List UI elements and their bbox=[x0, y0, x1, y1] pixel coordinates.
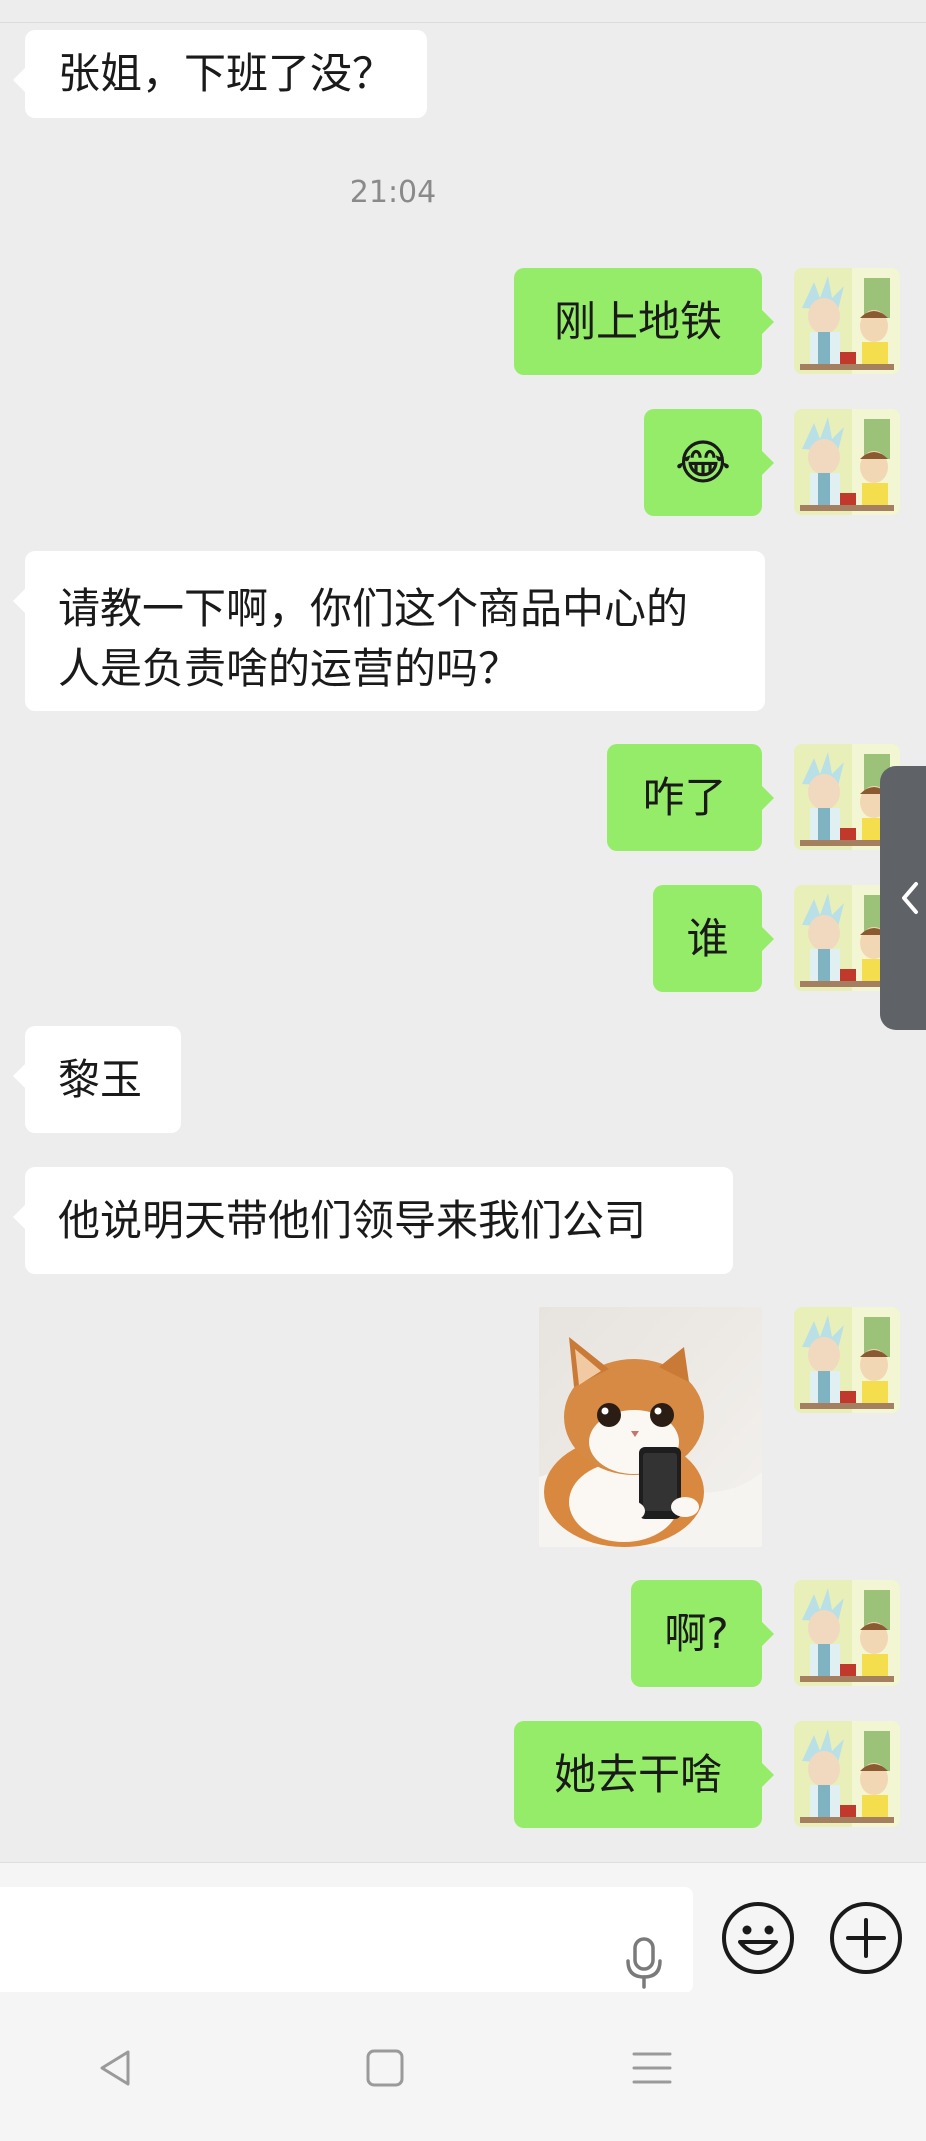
message-text-line: 人是负责啥的运营的吗？ bbox=[58, 644, 521, 693]
back-triangle-icon[interactable] bbox=[94, 2046, 138, 2090]
avatar[interactable] bbox=[794, 268, 900, 374]
message-text: 张姐，下班了没？ bbox=[58, 49, 395, 98]
message-bubble-outgoing[interactable]: 啊? bbox=[631, 1580, 774, 1687]
message-text: 谁 bbox=[686, 913, 729, 963]
message-bubble-outgoing[interactable]: 她去干啥 bbox=[514, 1721, 774, 1828]
menu-lines-icon[interactable] bbox=[630, 2046, 674, 2090]
smiley-icon[interactable] bbox=[720, 1900, 796, 1976]
avatar[interactable] bbox=[794, 1721, 900, 1827]
microphone-icon[interactable] bbox=[620, 1935, 668, 1991]
chevron-left-icon bbox=[902, 882, 918, 914]
message-text: 刚上地铁 bbox=[553, 296, 722, 346]
message-text: 她去干啥 bbox=[553, 1749, 722, 1799]
divider bbox=[0, 22, 926, 23]
message-bubble-outgoing[interactable]: 刚上地铁 bbox=[514, 268, 774, 375]
home-square-icon[interactable] bbox=[363, 2046, 407, 2090]
chat-area[interactable]: 张姐，下班了没？ 21:04 刚上地铁 😂 请教一下啊，你们这个商品中心的 人是… bbox=[0, 0, 926, 1862]
side-panel-tab[interactable] bbox=[880, 766, 926, 1030]
message-bubble-outgoing[interactable]: 谁 bbox=[653, 885, 774, 992]
avatar[interactable] bbox=[794, 1307, 900, 1413]
message-text: 他说明天带他们领导来我们公司 bbox=[58, 1195, 647, 1245]
avatar[interactable] bbox=[794, 1580, 900, 1686]
plus-circle-icon[interactable] bbox=[828, 1900, 904, 1976]
system-navigation-bar bbox=[0, 1992, 926, 2141]
message-bubble-incoming[interactable]: 请教一下啊，你们这个商品中心的 人是负责啥的运营的吗？ bbox=[13, 551, 765, 711]
cat-sticker-image[interactable] bbox=[539, 1307, 762, 1547]
message-bubble-outgoing[interactable]: 咋了 bbox=[607, 744, 774, 851]
message-text: 啊? bbox=[664, 1608, 729, 1658]
timestamp: 21:04 bbox=[349, 175, 437, 210]
message-text: 咋了 bbox=[642, 772, 727, 822]
message-bubble-incoming[interactable]: 他说明天带他们领导来我们公司 bbox=[13, 1167, 733, 1274]
message-input[interactable] bbox=[0, 1887, 693, 1993]
message-bubble-outgoing[interactable]: 😂 bbox=[644, 409, 774, 516]
message-bubble-incoming[interactable]: 黎玉 bbox=[13, 1026, 181, 1133]
message-text: 黎玉 bbox=[58, 1054, 143, 1104]
message-text-line: 请教一下啊，你们这个商品中心的 bbox=[58, 584, 689, 633]
message-bubble-incoming[interactable]: 张姐，下班了没？ bbox=[12, 30, 428, 118]
emoji: 😂 bbox=[674, 434, 732, 491]
avatar[interactable] bbox=[794, 409, 900, 515]
